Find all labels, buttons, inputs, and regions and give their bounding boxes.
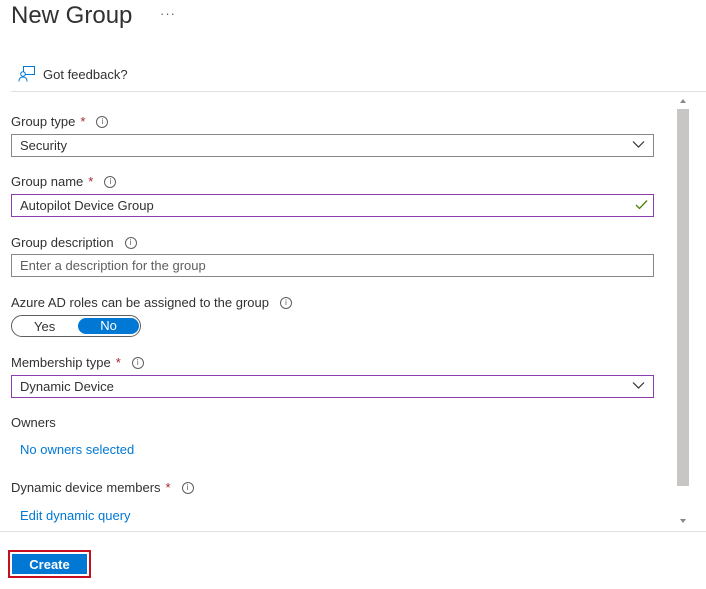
scrollbar[interactable] (676, 94, 690, 528)
scroll-up-arrow[interactable] (676, 94, 690, 108)
owners-label: Owners (11, 415, 56, 430)
required-marker: * (80, 114, 86, 129)
azure-ad-roles-toggle[interactable]: Yes No (11, 315, 141, 337)
required-marker: * (165, 480, 171, 495)
azure-ad-roles-label: Azure AD roles can be assigned to the gr… (11, 295, 292, 310)
scroll-down-arrow[interactable] (676, 514, 690, 528)
group-name-input[interactable]: Autopilot Device Group (11, 194, 654, 217)
info-icon[interactable]: i (104, 175, 117, 188)
feedback-button[interactable]: Got feedback? (18, 64, 128, 84)
no-owners-selected-link[interactable]: No owners selected (20, 442, 134, 457)
info-icon[interactable]: i (181, 481, 194, 494)
toggle-option-no[interactable]: No (78, 318, 139, 334)
chevron-down-icon (632, 382, 645, 389)
create-button[interactable]: Create (12, 554, 87, 574)
feedback-person-icon (18, 66, 35, 82)
membership-type-value: Dynamic Device (20, 379, 114, 394)
more-options-button[interactable]: ··· (160, 6, 176, 21)
create-button-highlight: Create (8, 550, 91, 578)
info-icon[interactable]: i (124, 236, 137, 249)
group-type-label: Group type * i (11, 114, 109, 129)
info-icon[interactable]: i (96, 115, 109, 128)
scroll-thumb[interactable] (677, 109, 689, 486)
info-icon[interactable]: i (280, 296, 292, 309)
required-marker: * (115, 355, 121, 370)
footer-divider (0, 531, 706, 532)
membership-type-dropdown[interactable]: Dynamic Device (11, 375, 654, 398)
group-type-value: Security (20, 138, 67, 153)
info-icon[interactable]: i (131, 356, 144, 369)
group-description-placeholder: Enter a description for the group (20, 258, 206, 273)
group-name-value: Autopilot Device Group (20, 198, 154, 213)
required-marker: * (88, 174, 94, 189)
dynamic-device-members-label: Dynamic device members * i (11, 480, 194, 495)
group-description-input[interactable]: Enter a description for the group (11, 254, 654, 277)
toggle-option-yes[interactable]: Yes (34, 319, 55, 334)
membership-type-label: Membership type * i (11, 355, 144, 370)
page-title: New Group (11, 2, 133, 29)
group-description-label: Group description i (11, 235, 137, 250)
header-divider (11, 91, 706, 92)
group-name-label: Group name * i (11, 174, 117, 189)
chevron-down-icon (632, 141, 645, 148)
group-type-dropdown[interactable]: Security (11, 134, 654, 157)
checkmark-icon (635, 200, 648, 210)
feedback-label: Got feedback? (43, 66, 128, 82)
edit-dynamic-query-link[interactable]: Edit dynamic query (20, 508, 131, 523)
